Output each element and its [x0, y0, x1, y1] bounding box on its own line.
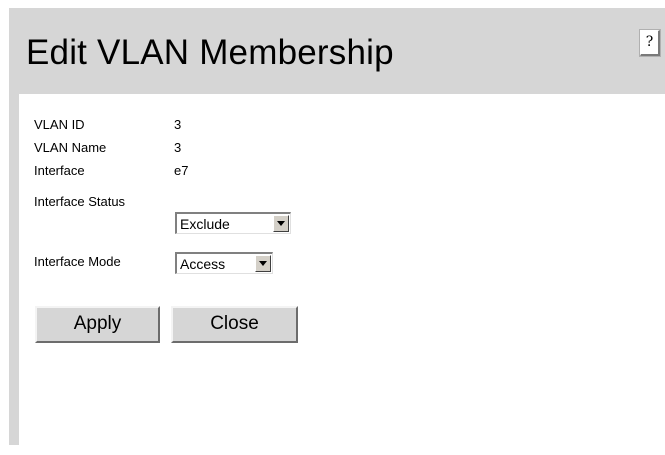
- apply-button[interactable]: Apply: [35, 306, 160, 343]
- vlan-name-value: 3: [174, 140, 182, 155]
- header-bar: Edit VLAN Membership ?: [9, 8, 665, 94]
- help-button[interactable]: ?: [640, 30, 660, 56]
- dialog-frame: Edit VLAN Membership ? VLAN ID 3 VLAN Na…: [9, 8, 665, 445]
- page-title: Edit VLAN Membership: [26, 33, 394, 72]
- interface-status-selected: Exclude: [180, 216, 230, 232]
- vlan-name-label: VLAN Name: [34, 140, 107, 155]
- interface-label: Interface: [34, 163, 85, 178]
- interface-status-select[interactable]: Exclude: [175, 212, 291, 234]
- chevron-down-icon[interactable]: [273, 215, 289, 232]
- vlan-id-label: VLAN ID: [34, 117, 85, 132]
- vlan-id-value: 3: [174, 117, 182, 132]
- form-panel: VLAN ID 3 VLAN Name 3 Interface e7 Inter…: [19, 94, 665, 445]
- interface-value: e7: [174, 163, 189, 178]
- interface-status-label: Interface Status: [34, 194, 126, 209]
- interface-mode-label: Interface Mode: [34, 254, 121, 269]
- interface-mode-selected: Access: [180, 256, 226, 272]
- close-button[interactable]: Close: [171, 306, 298, 343]
- chevron-down-icon[interactable]: [255, 255, 271, 272]
- interface-mode-select[interactable]: Access: [175, 252, 273, 274]
